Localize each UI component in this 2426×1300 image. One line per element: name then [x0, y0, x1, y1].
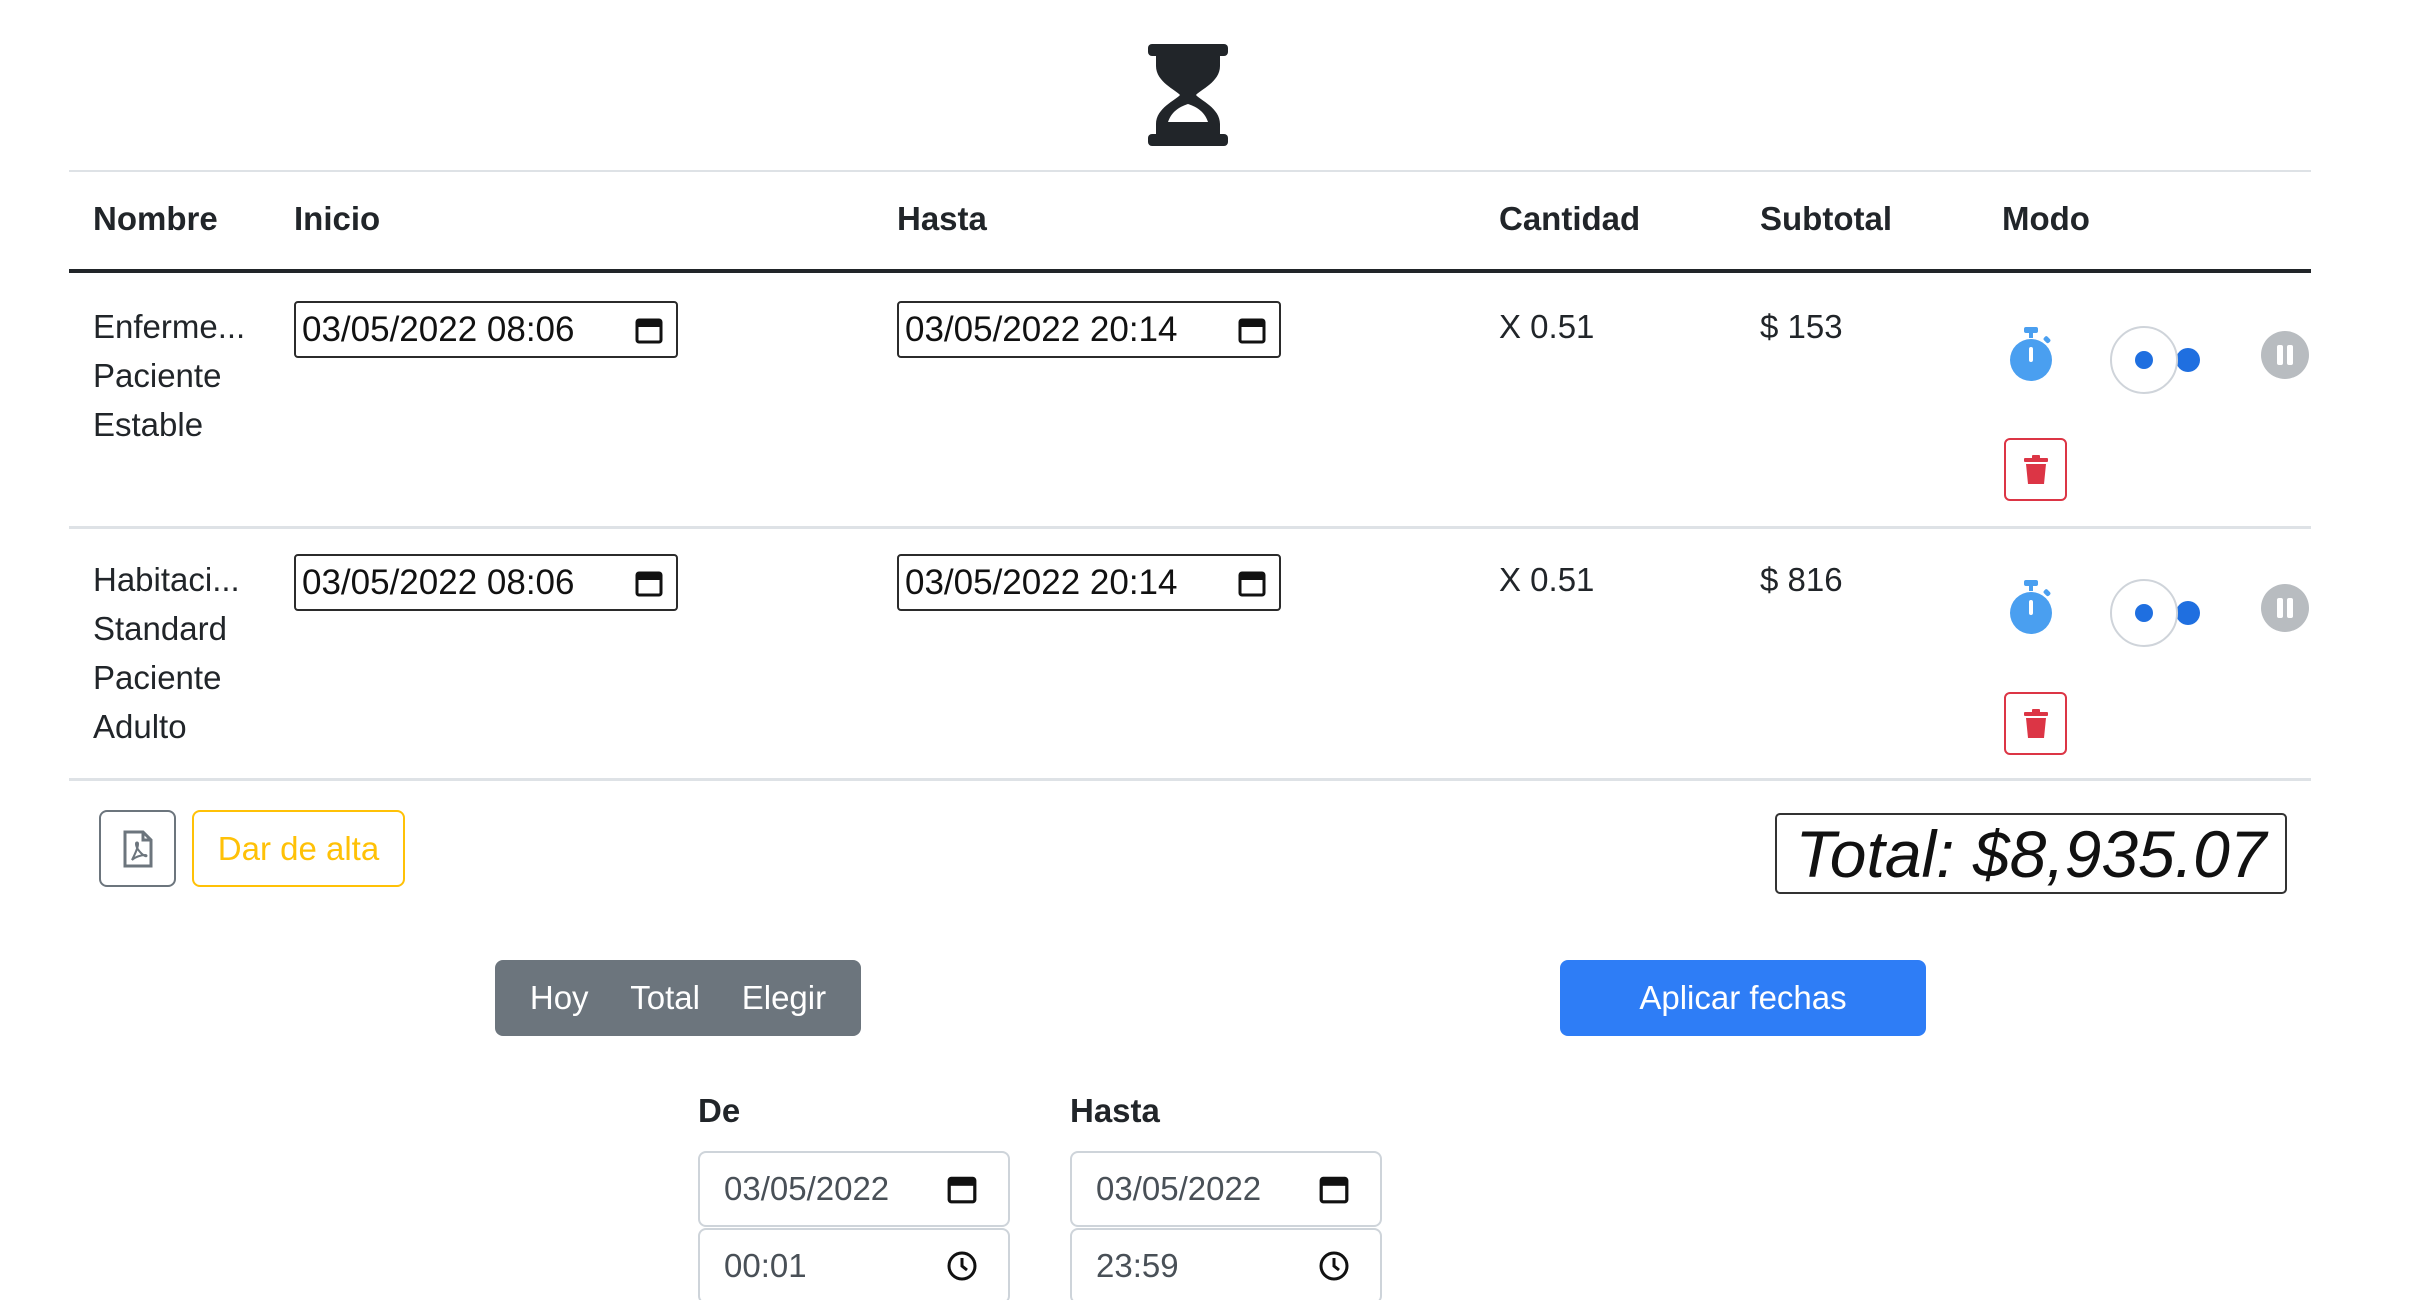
subtotal-value: $ 816 — [1760, 561, 1843, 598]
hourglass-icon — [1148, 44, 1228, 146]
row-name-line: Adulto — [93, 708, 187, 745]
from-date-input[interactable]: 03/05/2022 — [698, 1151, 1010, 1227]
clock-icon[interactable] — [946, 1250, 978, 1282]
range-button-group: Hoy Total Elegir — [495, 960, 861, 1036]
delete-button[interactable] — [2004, 438, 2067, 501]
to-date-value: 03/05/2022 — [1096, 1170, 1262, 1207]
row-name-line: Estable — [93, 406, 204, 443]
row-name-line: Standard — [93, 610, 227, 647]
inicio-datetime-input[interactable]: 03/05/2022 08:06 — [294, 554, 678, 611]
hasta-value: 03/05/2022 20:14 — [905, 562, 1178, 602]
row-name-line: Enferme... — [93, 308, 246, 345]
trash-icon — [2023, 708, 2048, 738]
pause-icon[interactable] — [2260, 583, 2310, 633]
row-name-line: Habitaci... — [93, 561, 240, 598]
cantidad-value: X 0.51 — [1499, 561, 1595, 598]
apply-dates-button[interactable]: Aplicar fechas — [1560, 960, 1926, 1036]
to-label: Hasta — [1070, 1092, 1160, 1129]
hasta-datetime-input[interactable]: 03/05/2022 20:14 — [897, 301, 1281, 358]
stopwatch-icon[interactable] — [2008, 580, 2054, 636]
subtotal-value: $ 153 — [1760, 308, 1843, 345]
row-name-line: Paciente — [93, 659, 222, 696]
column-header-subtotal: Subtotal — [1760, 200, 1892, 237]
delete-button[interactable] — [2004, 692, 2067, 755]
inicio-value: 03/05/2022 08:06 — [302, 309, 575, 349]
total-display: Total: $8,935.07 — [1775, 813, 2287, 894]
calendar-icon[interactable] — [634, 568, 664, 598]
row-name-line: Paciente — [93, 357, 222, 394]
column-header-inicio: Inicio — [294, 200, 381, 237]
to-time-value: 23:59 — [1096, 1247, 1179, 1284]
stopwatch-icon[interactable] — [2008, 327, 2054, 383]
pause-icon[interactable] — [2260, 330, 2310, 380]
column-header-cantidad: Cantidad — [1499, 200, 1641, 237]
range-option-elegir[interactable]: Elegir — [732, 979, 836, 1017]
from-label: De — [698, 1092, 741, 1129]
clock-icon[interactable] — [1318, 1250, 1350, 1282]
to-date-input[interactable]: 03/05/2022 — [1070, 1151, 1382, 1227]
mode-toggle[interactable] — [2108, 325, 2208, 395]
calendar-icon[interactable] — [1237, 315, 1267, 345]
trash-icon — [2023, 454, 2048, 484]
inicio-value: 03/05/2022 08:06 — [302, 562, 575, 602]
discharge-button[interactable]: Dar de alta — [192, 810, 405, 887]
pdf-export-button[interactable] — [99, 810, 176, 887]
calendar-icon[interactable] — [634, 315, 664, 345]
inicio-datetime-input[interactable]: 03/05/2022 08:06 — [294, 301, 678, 358]
calendar-icon[interactable] — [1237, 568, 1267, 598]
from-time-value: 00:01 — [724, 1247, 807, 1284]
row-divider — [69, 526, 2311, 529]
column-header-nombre: Nombre — [93, 200, 218, 237]
calendar-icon[interactable] — [946, 1173, 978, 1205]
range-option-total[interactable]: Total — [620, 979, 710, 1017]
table-row-name: Habitaci... Standard Paciente Adulto — [93, 555, 240, 751]
table-header-border — [69, 269, 2311, 273]
hasta-datetime-input[interactable]: 03/05/2022 20:14 — [897, 554, 1281, 611]
mode-toggle[interactable] — [2108, 578, 2208, 648]
row-divider — [69, 778, 2311, 781]
range-option-hoy[interactable]: Hoy — [520, 979, 599, 1017]
table-row-name: Enferme... Paciente Estable — [93, 302, 245, 449]
from-time-input[interactable]: 00:01 — [698, 1228, 1010, 1300]
from-date-value: 03/05/2022 — [724, 1170, 890, 1207]
hasta-value: 03/05/2022 20:14 — [905, 309, 1178, 349]
column-header-hasta: Hasta — [897, 200, 987, 237]
to-time-input[interactable]: 23:59 — [1070, 1228, 1382, 1300]
column-header-modo: Modo — [2002, 200, 2090, 237]
table-top-border — [69, 170, 2311, 172]
cantidad-value: X 0.51 — [1499, 308, 1595, 345]
file-pdf-icon — [123, 830, 152, 867]
calendar-icon[interactable] — [1318, 1173, 1350, 1205]
